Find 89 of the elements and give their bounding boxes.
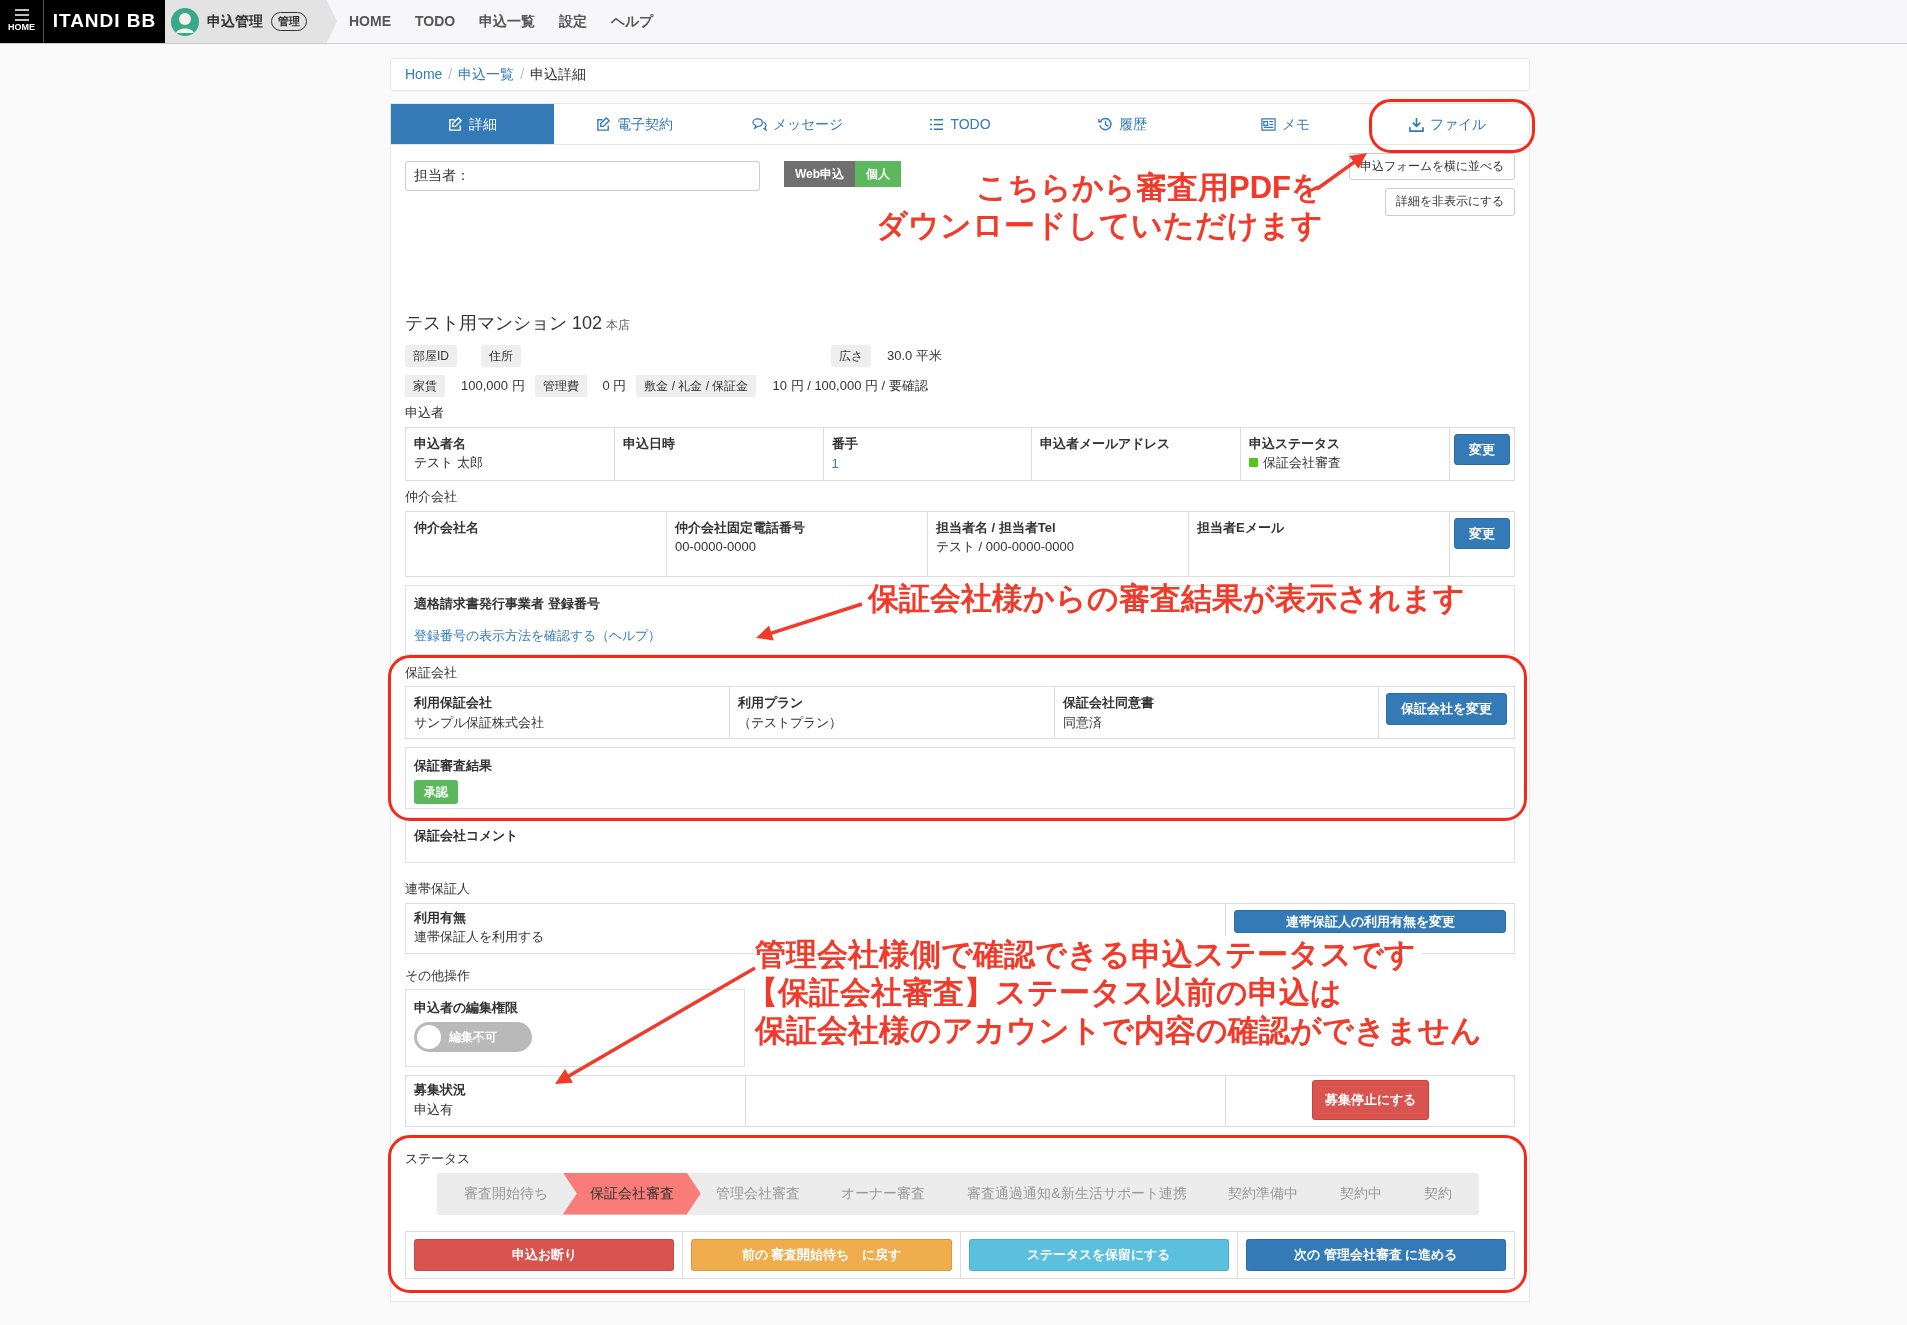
section-title: 連帯保証人 — [405, 880, 470, 898]
field-value: 100,000 円 — [461, 377, 525, 396]
nav-link[interactable]: HOME — [337, 0, 403, 43]
field-value: 0 円 — [602, 377, 627, 396]
help-link[interactable]: 登録番号の表示方法を確認する（ヘルプ） — [414, 628, 661, 643]
field-value: 同意済 — [1062, 713, 1102, 732]
app-name: 申込管理 — [207, 12, 263, 31]
field-value: 10 円 / 100,000 円 / 要確認 — [772, 377, 928, 396]
field-label: 適格請求書発行事業者 登録番号 — [414, 594, 600, 613]
breadcrumb-separator: / — [448, 65, 453, 84]
field-label: 申込者メールアドレス — [1040, 434, 1171, 453]
field-label: 申込ステータス — [1249, 434, 1341, 453]
breadcrumb-link[interactable]: Home — [405, 64, 443, 85]
section-title: 仲介会社 — [405, 488, 457, 506]
tab[interactable]: 詳細 — [391, 104, 554, 144]
field-label: 申込者の編集権限 — [414, 999, 518, 1017]
property-title: テスト用マンション 102 — [405, 313, 603, 333]
field-label: 敷金 / 礼金 / 保証金 — [636, 375, 757, 397]
field-label: 利用保証会社 — [414, 694, 492, 712]
field-label: 保証会社同意書 — [1062, 694, 1154, 712]
assignee-field[interactable]: 担当者： — [405, 161, 760, 191]
section-title: ステータス — [405, 1150, 470, 1168]
toggle-label: 編集不可 — [449, 1028, 497, 1046]
nav-link[interactable]: ヘルプ — [599, 0, 666, 43]
field-value: 申込有 — [414, 1100, 453, 1119]
tag: 個人 — [855, 161, 902, 187]
breadcrumb-link[interactable]: 申込一覧 — [458, 64, 515, 85]
result-badge: 承認 — [414, 779, 458, 804]
field-value: 00-0000-0000 — [675, 538, 756, 556]
list-icon — [929, 116, 945, 132]
section-title: 保証会社 — [405, 663, 457, 682]
edit-icon — [447, 116, 463, 132]
toolbar-button[interactable]: 詳細を非表示にする — [1385, 188, 1515, 216]
field-label: 保証審査結果 — [414, 757, 492, 775]
field-label: 担当者名 / 担当者Tel — [936, 518, 1056, 537]
breadcrumb-separator: / — [520, 65, 525, 84]
field-label: 利用有無 — [414, 908, 466, 927]
field-value: 30.0 平米 — [887, 347, 942, 366]
status-text: 保証会社審査 — [1263, 454, 1342, 472]
chat-icon — [751, 116, 767, 132]
menu-button[interactable]: HOME — [0, 0, 44, 43]
annotation-text: 管理会社様側で確認できる申込ステータスです — [755, 935, 1422, 973]
field-label: 家賃 — [405, 375, 445, 397]
nav-link[interactable]: 申込一覧 — [467, 0, 548, 43]
field-label: 仲介会社固定電話番号 — [675, 518, 805, 537]
field-label: 番手 — [831, 434, 858, 453]
edit-icon — [596, 116, 612, 132]
field-value: 連帯保証人を利用する — [414, 928, 544, 946]
breadcrumb-current: 申込詳細 — [530, 65, 587, 84]
branch-label: 本店 — [605, 318, 630, 332]
nav-link[interactable]: 設定 — [547, 0, 600, 43]
field-value: テスト / 000-0000-0000 — [936, 538, 1075, 556]
section-title: 申込者 — [405, 404, 444, 422]
field-value: サンプル保証株式会社 — [414, 713, 544, 732]
field-value: テスト 太郎 — [414, 454, 483, 472]
field-label: 仲介会社名 — [414, 518, 479, 537]
tag: Web申込 — [784, 161, 856, 187]
field-label: 利用プラン — [738, 694, 804, 712]
avatar-icon — [171, 7, 199, 36]
annotation-text: こちらから審査用PDFを — [976, 169, 1323, 207]
status-action-button[interactable]: 次の 管理会社審査 に進める — [1245, 1238, 1506, 1271]
nav-link[interactable]: TODO — [403, 0, 468, 43]
menu-icon — [14, 8, 29, 21]
change-button[interactable]: 変更 — [1454, 517, 1510, 549]
stop-recruitment-button[interactable]: 募集停止にする — [1311, 1080, 1429, 1120]
field-label: 申込日時 — [622, 434, 675, 453]
history-icon — [1098, 116, 1114, 132]
download-icon — [1409, 116, 1425, 132]
change-guarantor-button[interactable]: 保証会社を変更 — [1386, 693, 1507, 725]
change-button[interactable]: 連帯保証人の利用有無を変更 — [1234, 909, 1506, 933]
field-value: （テストプラン） — [738, 713, 843, 732]
field-label: 管理費 — [534, 375, 587, 397]
field-label: 住所 — [481, 345, 521, 367]
brand-logo[interactable]: ITANDI BB — [44, 0, 165, 43]
field-label: 募集状況 — [414, 1081, 466, 1099]
field-label: 部屋ID — [405, 345, 457, 367]
link[interactable]: 1 — [831, 456, 839, 471]
field-label: 広さ — [831, 345, 871, 367]
change-button[interactable]: 変更 — [1454, 433, 1510, 465]
annotation-text: ダウンロードしていただけます — [876, 207, 1323, 245]
field-label: 保証会社コメント — [414, 827, 518, 845]
section-title: その他操作 — [405, 966, 470, 985]
status-action-button[interactable]: 申込お断り — [414, 1238, 675, 1271]
field-label: 担当者Eメール — [1197, 518, 1284, 537]
memo-icon — [1260, 116, 1276, 132]
status-step: 保証会社審査 — [562, 1172, 701, 1215]
toolbar-button[interactable]: 申込フォームを横に並べる — [1349, 153, 1515, 181]
field-label: 申込者名 — [414, 434, 466, 453]
annotation-text: 保証会社様からの審査結果が表示されます — [868, 579, 1465, 617]
